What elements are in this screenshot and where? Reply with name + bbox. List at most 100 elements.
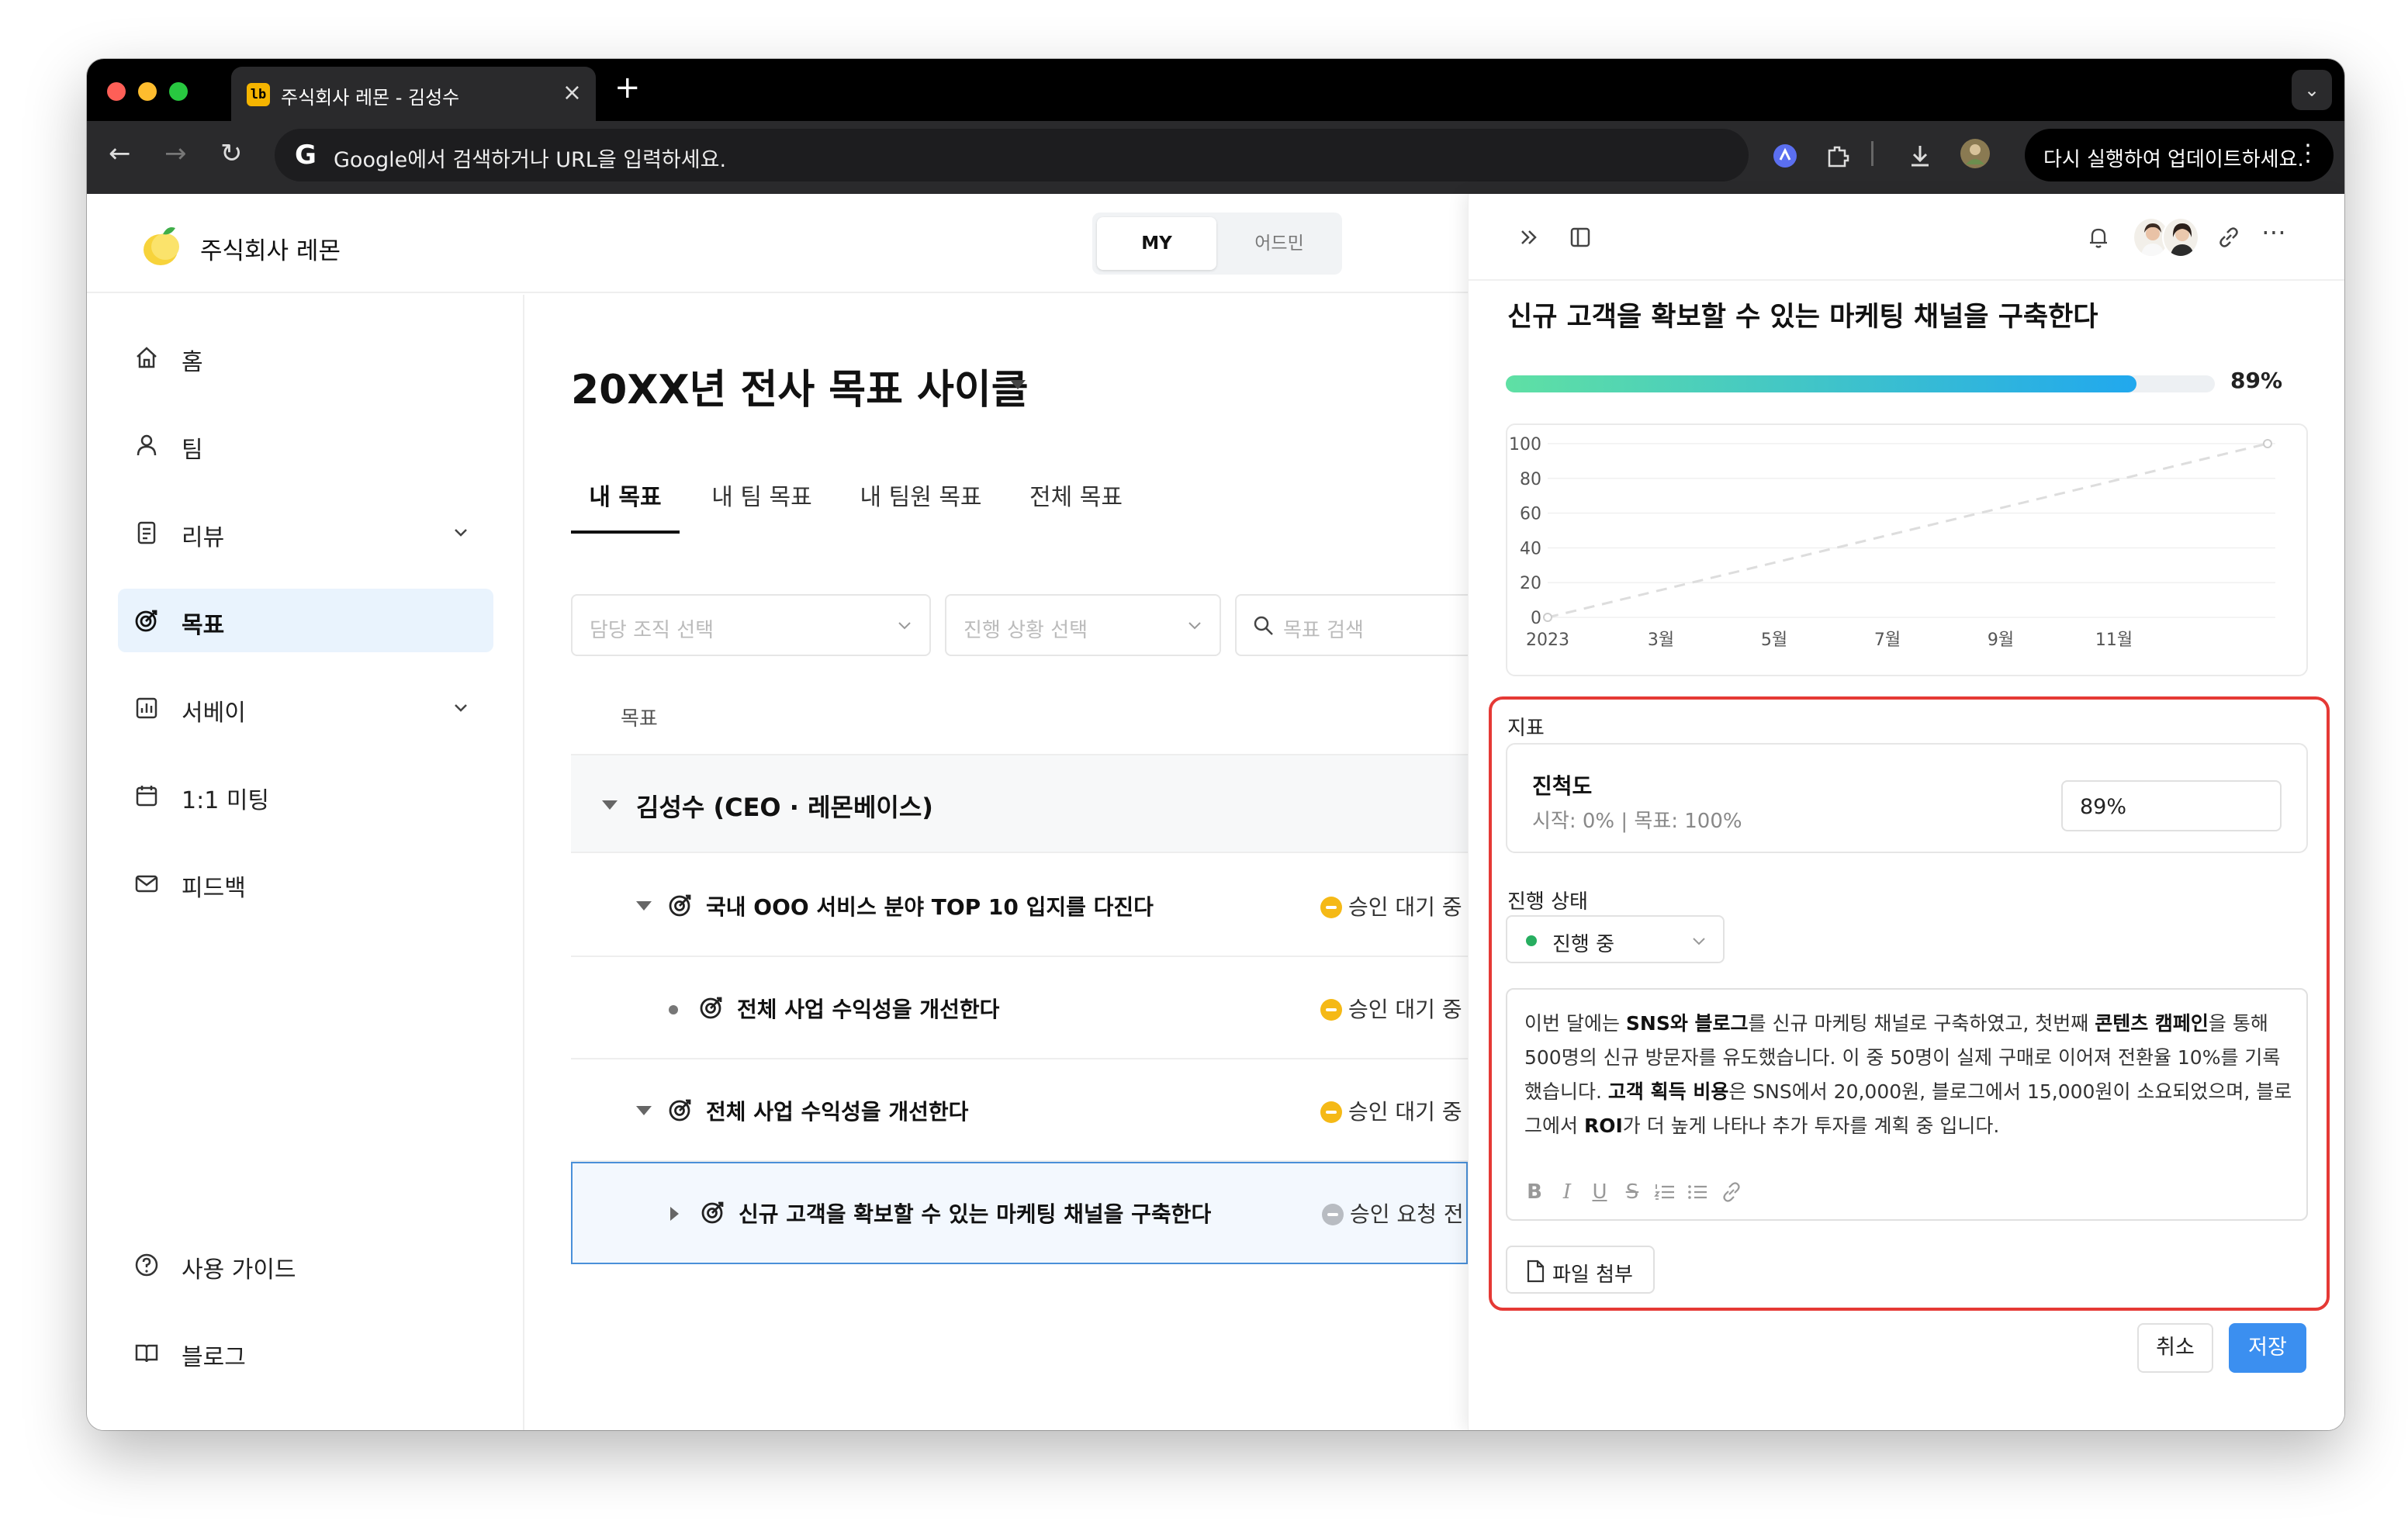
comment-editor-body[interactable]: 이번 달에는 SNS와 블로그를 신규 마케팅 채널로 구축하였고, 첫번째 콘… bbox=[1524, 1007, 2292, 1143]
comment-editor[interactable]: 이번 달에는 SNS와 블로그를 신규 마케팅 채널로 구축하였고, 첫번째 콘… bbox=[1506, 988, 2308, 1221]
goal-group-row[interactable]: 김성수 (CEO · 레몬베이스) bbox=[571, 754, 1468, 853]
status-badge: 승인 대기 중 bbox=[1320, 1095, 1462, 1126]
forward-icon[interactable]: → bbox=[164, 138, 187, 169]
sidebar-item-review[interactable]: 리뷰 bbox=[118, 501, 493, 565]
update-button[interactable]: 다시 실행하여 업데이트하세요. ⋮ bbox=[2025, 129, 2334, 181]
org-filter-placeholder: 담당 조직 선택 bbox=[590, 619, 714, 642]
zoom-window-button[interactable] bbox=[169, 82, 188, 101]
sidebar-item-home[interactable]: 홈 bbox=[118, 326, 493, 389]
sidebar-item-guide[interactable]: 사용 가이드 bbox=[118, 1233, 493, 1297]
link-icon[interactable] bbox=[2215, 223, 2243, 251]
tab-my-goals[interactable]: 내 목표 bbox=[571, 478, 680, 534]
sidebar-item-label: 사용 가이드 bbox=[182, 1256, 296, 1284]
chevron-down-icon[interactable] bbox=[452, 698, 470, 717]
address-bar[interactable]: G Google에서 검색하거나 URL을 입력하세요. bbox=[275, 129, 1749, 181]
metric-value-input[interactable]: 89% bbox=[2061, 780, 2282, 831]
minimize-window-button[interactable] bbox=[138, 82, 157, 101]
underline-icon[interactable]: U bbox=[1588, 1180, 1611, 1204]
target-icon bbox=[669, 1099, 691, 1121]
browser-window: lb 주식회사 레몬 - 김성수 × + ⌄ ← → ↻ G Google에서 … bbox=[87, 59, 2344, 1430]
extension-icon[interactable] bbox=[1772, 143, 1798, 175]
status-badge: 승인 대기 중 bbox=[1320, 890, 1462, 921]
ordered-list-icon[interactable] bbox=[1653, 1180, 1676, 1204]
profile-avatar[interactable] bbox=[1960, 138, 1991, 175]
view-toggle: MY 어드민 bbox=[1092, 213, 1342, 275]
cancel-button[interactable]: 취소 bbox=[2137, 1323, 2213, 1373]
chart-icon bbox=[136, 697, 157, 719]
tab-team-goals[interactable]: 내 팀 목표 bbox=[708, 478, 816, 534]
sidebar-item-team[interactable]: 팀 bbox=[118, 413, 493, 477]
goal-tabs: 내 목표 내 팀 목표 내 팀원 목표 전체 목표 bbox=[571, 478, 1468, 534]
toolbar-divider bbox=[1871, 141, 1873, 166]
more-vert-icon[interactable]: ⋮ bbox=[2296, 140, 2320, 167]
y-tick-label: 0 bbox=[1531, 609, 1541, 628]
download-icon[interactable] bbox=[1907, 143, 1933, 175]
collapse-caret-icon[interactable] bbox=[636, 1106, 652, 1115]
collapse-caret-icon[interactable] bbox=[636, 901, 652, 911]
sidebar-item-survey[interactable]: 서베이 bbox=[118, 676, 493, 740]
y-tick-label: 80 bbox=[1520, 470, 1541, 489]
more-horizontal-icon[interactable]: ⋯ bbox=[2261, 217, 2289, 247]
table-row-selected[interactable]: 신규 고객을 확보할 수 있는 마케팅 채널을 구축한다 승인 요청 전 bbox=[571, 1162, 1468, 1264]
y-tick-label: 20 bbox=[1520, 574, 1541, 593]
page-title: 20XX년 전사 목표 사이클 bbox=[571, 367, 1029, 413]
sidebar-layout-icon[interactable] bbox=[1566, 223, 1594, 251]
expand-caret-icon[interactable] bbox=[670, 1207, 679, 1221]
chart-point bbox=[2263, 439, 2272, 448]
attach-file-button[interactable]: 파일 첨부 bbox=[1506, 1246, 1655, 1294]
new-tab-icon[interactable]: + bbox=[614, 70, 641, 105]
bold-icon[interactable]: B bbox=[1523, 1180, 1546, 1204]
bullet-list-icon[interactable] bbox=[1686, 1180, 1709, 1204]
table-row[interactable]: 국내 OOO 서비스 분야 TOP 10 입지를 다진다 승인 대기 중 bbox=[571, 855, 1468, 957]
goal-search-input[interactable]: 목표 검색 bbox=[1235, 594, 1468, 656]
collaborator-avatars[interactable] bbox=[2133, 217, 2202, 257]
org-filter-select[interactable]: 담당 조직 선택 bbox=[571, 594, 931, 656]
strikethrough-icon[interactable]: S bbox=[1621, 1180, 1644, 1204]
pending-status-icon bbox=[1320, 1101, 1342, 1123]
sidebar-item-feedback[interactable]: 피드백 bbox=[118, 852, 493, 915]
chevron-down-icon[interactable] bbox=[452, 523, 470, 541]
sidebar-item-label: 리뷰 bbox=[182, 524, 225, 551]
table-row[interactable]: 전체 사업 수익성을 개선한다 승인 대기 중 bbox=[571, 1059, 1468, 1162]
metric-range: 시작: 0% | 목표: 100% bbox=[1532, 810, 1742, 833]
in-progress-dot-icon bbox=[1526, 935, 1537, 946]
column-header-goal: 목표 bbox=[621, 707, 658, 731]
tab-all-goals[interactable]: 전체 목표 bbox=[1026, 478, 1126, 534]
metric-card: 진척도 시작: 0% | 목표: 100% 89% bbox=[1506, 743, 2308, 853]
toggle-my-button[interactable]: MY bbox=[1097, 217, 1216, 270]
y-tick-label: 60 bbox=[1520, 505, 1541, 524]
document-icon bbox=[137, 521, 156, 544]
bell-icon[interactable] bbox=[2085, 223, 2112, 251]
italic-icon[interactable]: I bbox=[1555, 1180, 1579, 1204]
status-filter-placeholder: 진행 상황 선택 bbox=[964, 619, 1088, 642]
progress-status-value: 진행 중 bbox=[1552, 933, 1615, 956]
save-button[interactable]: 저장 bbox=[2229, 1323, 2306, 1373]
status-badge: 승인 대기 중 bbox=[1320, 993, 1462, 1024]
puzzle-icon[interactable] bbox=[1825, 143, 1851, 175]
toggle-admin-button[interactable]: 어드민 bbox=[1220, 217, 1339, 270]
reload-icon[interactable]: ↻ bbox=[220, 138, 243, 169]
sidebar-item-goals[interactable]: 목표 bbox=[118, 589, 493, 652]
status-filter-select[interactable]: 진행 상황 선택 bbox=[945, 594, 1221, 656]
double-chevron-right-icon[interactable] bbox=[1515, 223, 1543, 251]
comment-text-segment: 콘텐츠 캠페인 bbox=[2095, 1012, 2209, 1035]
link-icon[interactable] bbox=[1720, 1180, 1743, 1204]
person-icon bbox=[137, 434, 157, 456]
main-content: 20XX년 전사 목표 사이클 내 목표 내 팀 목표 내 팀원 목표 전체 목… bbox=[526, 295, 1468, 1430]
cycle-dropdown-caret-icon[interactable] bbox=[1010, 380, 1026, 389]
sidebar-item-blog[interactable]: 블로그 bbox=[118, 1321, 493, 1384]
browser-tab[interactable]: lb 주식회사 레몬 - 김성수 × bbox=[231, 67, 596, 121]
close-window-button[interactable] bbox=[107, 82, 126, 101]
table-row[interactable]: 전체 사업 수익성을 개선한다 승인 대기 중 bbox=[571, 957, 1468, 1059]
tab-search-chevron-icon[interactable]: ⌄ bbox=[2292, 70, 2332, 110]
sidebar-item-label: 피드백 bbox=[182, 875, 246, 902]
collapse-caret-icon[interactable] bbox=[602, 800, 618, 810]
tab-close-icon[interactable]: × bbox=[562, 79, 582, 106]
progress-status-select[interactable]: 진행 중 bbox=[1506, 915, 1725, 963]
progress-bar-fill bbox=[1506, 375, 2137, 392]
back-icon[interactable]: ← bbox=[109, 138, 131, 169]
status-text: 승인 대기 중 bbox=[1348, 894, 1462, 920]
sidebar-item-meeting[interactable]: 1:1 미팅 bbox=[118, 764, 493, 828]
tab-member-goals[interactable]: 내 팀원 목표 bbox=[855, 478, 987, 534]
x-tick-label: 9월 bbox=[1988, 631, 2014, 650]
